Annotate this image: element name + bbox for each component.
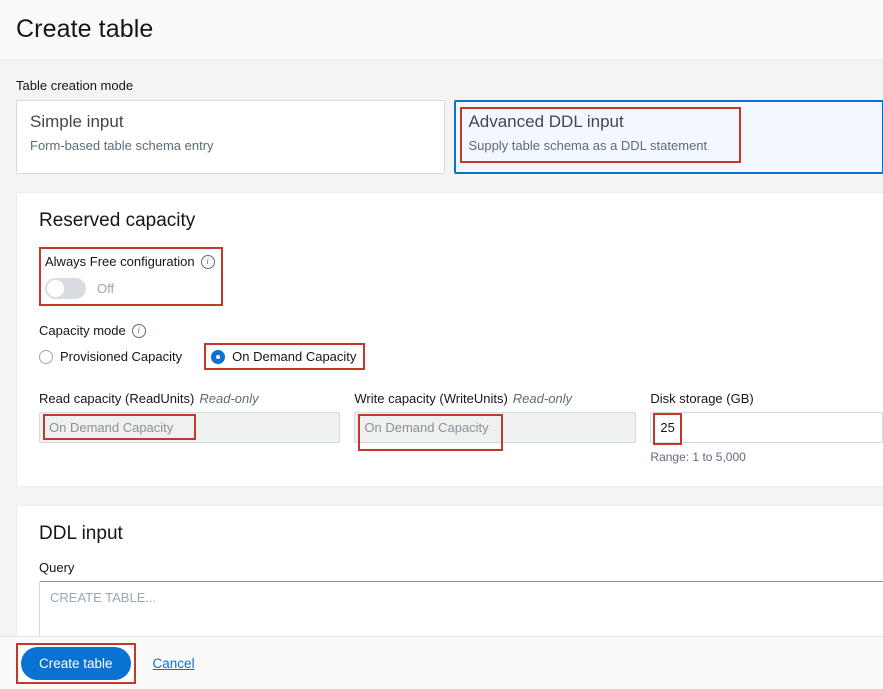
table-creation-mode-label: Table creation mode <box>16 78 134 93</box>
toggle-knob <box>47 280 64 297</box>
radio-on-demand-capacity-wrapper: On Demand Capacity <box>204 343 366 370</box>
ddl-input-panel: DDL input Query CREATE TABLE... <box>16 505 883 652</box>
reserved-capacity-title: Reserved capacity <box>39 210 196 231</box>
write-capacity-label: Write capacity (WriteUnits) Read-only <box>354 391 636 406</box>
page-body: Table creation mode Simple input Form-ba… <box>0 60 883 652</box>
disk-storage-hint: Range: 1 to 5,000 <box>650 450 746 464</box>
create-table-button[interactable]: Create table <box>21 646 131 680</box>
page-header: Create table <box>0 0 883 60</box>
read-capacity-readonly-tag: Read-only <box>199 391 259 406</box>
write-capacity-label-text: Write capacity (WriteUnits) <box>354 391 508 406</box>
capacity-mode-label-row: Capacity mode i <box>39 323 883 338</box>
write-capacity-readonly-tag: Read-only <box>512 391 573 406</box>
page-title: Create table <box>16 15 154 43</box>
always-free-configuration-group: Always Free configuration i Off <box>39 247 223 306</box>
radio-provisioned-capacity[interactable]: Provisioned Capacity <box>39 349 182 364</box>
read-capacity-label: Read capacity (ReadUnits) Read-only <box>39 391 340 406</box>
always-free-label: Always Free configuration <box>45 254 195 269</box>
mode-card-simple-input-description: Form-based table schema entry <box>30 138 214 153</box>
disk-storage-field: Disk storage (GB) 25 Range: 1 to 5,000 <box>650 391 883 464</box>
mode-card-advanced-ddl-input[interactable]: Advanced DDL input Supply table schema a… <box>454 100 883 174</box>
mode-card-advanced-ddl-input-description: Supply table schema as a DDL statement <box>468 138 708 153</box>
radio-on-demand-capacity-label: On Demand Capacity <box>232 349 357 364</box>
mode-card-simple-input[interactable]: Simple input Form-based table schema ent… <box>16 100 446 174</box>
read-capacity-label-text: Read capacity (ReadUnits) <box>39 391 195 406</box>
always-free-toggle[interactable] <box>45 278 86 299</box>
reserved-capacity-body: Always Free configuration i Off Capacity… <box>17 233 883 486</box>
radio-circle-selected-icon <box>211 349 226 364</box>
form-actions-footer: Create table Cancel <box>0 636 883 689</box>
table-creation-mode-section: Table creation mode Simple input Form-ba… <box>0 60 883 174</box>
capacity-mode-label: Capacity mode <box>39 323 126 338</box>
table-creation-mode-cards: Simple input Form-based table schema ent… <box>16 100 883 174</box>
cancel-link[interactable]: Cancel <box>153 656 195 671</box>
info-icon[interactable]: i <box>131 323 146 338</box>
capacity-fields-row: Read capacity (ReadUnits) Read-only On De… <box>39 391 883 464</box>
disk-storage-input[interactable]: 25 <box>650 412 883 443</box>
reserved-capacity-panel: Reserved capacity Always Free configurat… <box>16 192 883 487</box>
always-free-toggle-row: Off <box>45 278 215 299</box>
query-label: Query <box>39 560 75 575</box>
capacity-mode-radio-row: Provisioned Capacity On Demand Capacity <box>39 343 883 370</box>
create-table-button-wrapper: Create table <box>16 642 136 684</box>
write-capacity-field: Write capacity (WriteUnits) Read-only On … <box>354 391 637 464</box>
radio-circle-icon <box>39 349 53 364</box>
disk-storage-label: Disk storage (GB) <box>650 391 754 406</box>
read-capacity-input: On Demand Capacity <box>39 412 341 443</box>
mode-card-advanced-ddl-input-title: Advanced DDL input <box>468 112 624 131</box>
radio-provisioned-capacity-label: Provisioned Capacity <box>60 349 183 364</box>
write-capacity-input: On Demand Capacity <box>354 412 637 443</box>
info-icon[interactable]: i <box>200 254 215 269</box>
radio-on-demand-capacity[interactable]: On Demand Capacity <box>211 349 356 364</box>
always-free-label-row: Always Free configuration i <box>45 254 215 269</box>
ddl-input-title: DDL input <box>39 523 123 544</box>
always-free-toggle-state: Off <box>97 281 115 296</box>
capacity-mode-group: Capacity mode i Provisioned Capacity On … <box>39 323 883 370</box>
read-capacity-field: Read capacity (ReadUnits) Read-only On De… <box>39 391 341 464</box>
mode-card-simple-input-title: Simple input <box>30 112 124 131</box>
